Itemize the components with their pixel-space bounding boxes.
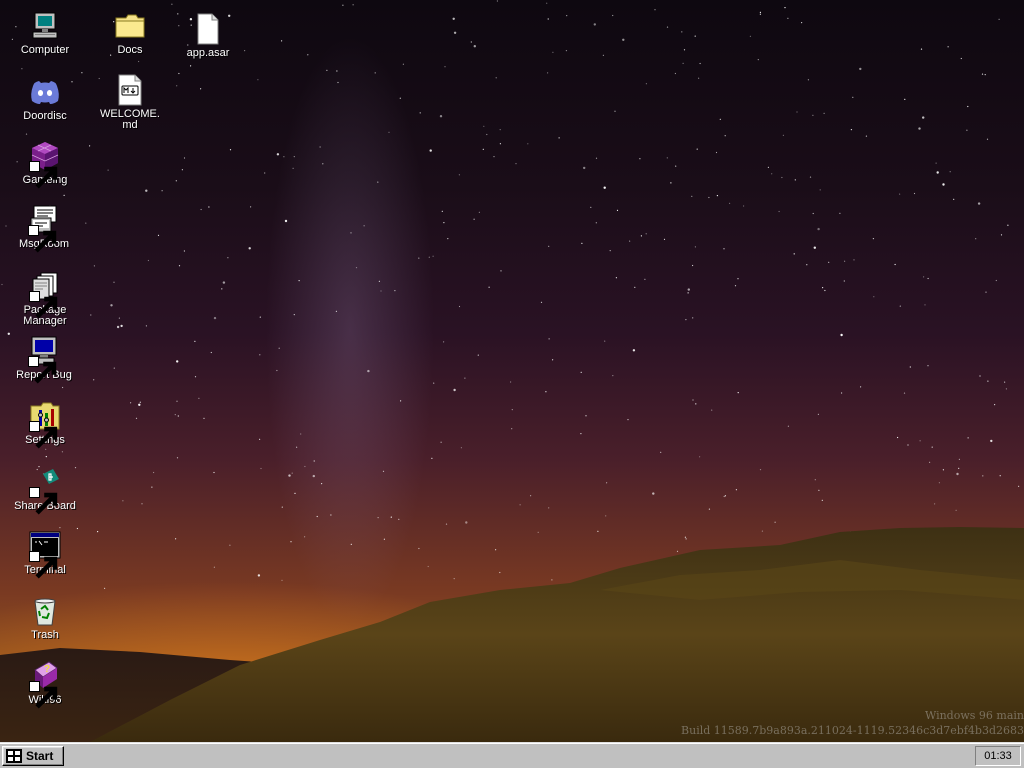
desktop-icon-label: Computer bbox=[20, 44, 70, 56]
desktop-icon-label: WELCOME.md bbox=[100, 108, 160, 131]
desktop-icon-welcome-md[interactable]: WELCOME.md bbox=[92, 74, 168, 131]
desktop-icon-share-board[interactable]: Share Board bbox=[7, 466, 83, 515]
clock-text: 01:33 bbox=[984, 750, 1012, 762]
desktop-icon-label: Trash bbox=[31, 629, 59, 641]
monitor-icon bbox=[28, 335, 60, 384]
shortcut-arrow-icon bbox=[28, 225, 57, 253]
chat-icon bbox=[28, 204, 60, 253]
desktop-icon-trash[interactable]: Trash bbox=[7, 595, 83, 641]
taskbar: Start 01:33 bbox=[0, 742, 1024, 768]
package-icon bbox=[29, 270, 61, 319]
desktop-icon-label: Docs bbox=[117, 44, 143, 56]
help-book-icon: ? bbox=[29, 660, 61, 709]
desktop-icon-doordisc[interactable]: Doordisc bbox=[7, 76, 83, 122]
desktop-icon-terminal[interactable]: Terminal bbox=[7, 530, 83, 579]
shortcut-arrow-icon bbox=[29, 421, 58, 449]
markdown-file-icon bbox=[114, 74, 146, 106]
terminal-icon bbox=[29, 530, 61, 579]
watermark-build-line: Build 11589.7b9a893a.211024-1119.52346c3… bbox=[681, 724, 1024, 737]
shortcut-arrow-icon bbox=[28, 356, 57, 384]
shortcut-arrow-icon bbox=[29, 551, 58, 579]
windows-logo-icon bbox=[6, 749, 22, 763]
desktop-icon-settings[interactable]: Settings bbox=[7, 400, 83, 449]
desktop[interactable]: Computer Docs app.asar Doordisc WELCOME.… bbox=[0, 0, 1024, 742]
shortcut-arrow-icon bbox=[29, 487, 58, 515]
folder-icon bbox=[114, 10, 146, 42]
shortcut-arrow-icon bbox=[29, 681, 58, 709]
computer-icon bbox=[29, 10, 61, 42]
desktop-icon-msgroom[interactable]: MsgRoom bbox=[6, 204, 82, 253]
start-button[interactable]: Start bbox=[2, 746, 64, 766]
cube-icon bbox=[29, 140, 61, 189]
shortcut-arrow-icon bbox=[29, 291, 58, 319]
desktop-icon-computer[interactable]: Computer bbox=[7, 10, 83, 56]
recycle-bin-icon bbox=[29, 595, 61, 627]
desktop-icon-wiki96[interactable]: ? Wiki96 bbox=[7, 660, 83, 709]
file-icon bbox=[192, 13, 224, 45]
control-panel-icon bbox=[29, 400, 61, 449]
build-watermark: Windows 96 main Build 11589.7b9a893a.211… bbox=[681, 708, 1024, 738]
desktop-icon-label: Doordisc bbox=[23, 110, 67, 122]
shortcut-arrow-icon bbox=[29, 161, 58, 189]
desktop-icon-package-manager[interactable]: Package Manager bbox=[7, 270, 83, 327]
desktop-icon-gameing[interactable]: Gameing bbox=[7, 140, 83, 189]
system-tray-clock[interactable]: 01:33 bbox=[975, 746, 1021, 766]
share-icon bbox=[29, 466, 61, 515]
desktop-icon-docs[interactable]: Docs bbox=[92, 10, 168, 56]
desktop-icon-app-asar[interactable]: app.asar bbox=[170, 13, 246, 59]
watermark-os-line: Windows 96 main bbox=[924, 709, 1024, 722]
desktop-icon-label: app.asar bbox=[186, 47, 230, 59]
start-label: Start bbox=[26, 749, 54, 763]
desktop-icon-report-bug[interactable]: Report Bug bbox=[6, 335, 82, 384]
discord-icon bbox=[29, 76, 61, 108]
svg-text:?: ? bbox=[44, 664, 50, 675]
